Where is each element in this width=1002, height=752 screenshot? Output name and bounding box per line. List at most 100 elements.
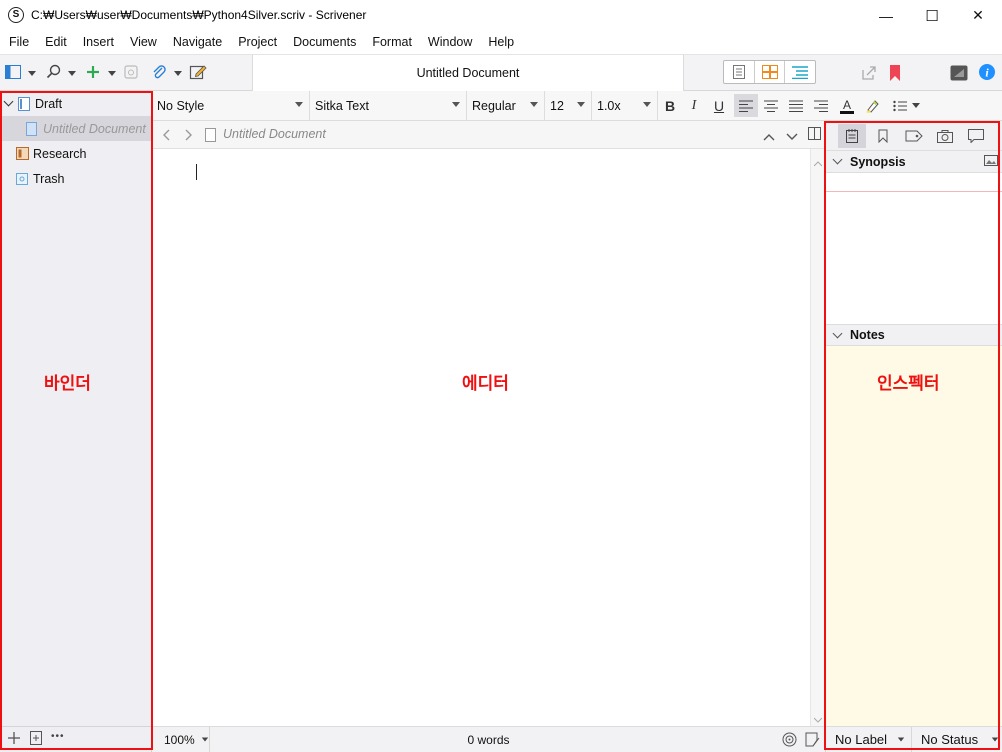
document-icon [205,128,216,145]
metadata-tab-icon[interactable] [900,124,928,148]
document-title-field[interactable]: Untitled Document [252,55,684,91]
trash-icon[interactable] [123,64,139,80]
comments-tab-icon[interactable] [962,124,990,148]
scrivenings-view-button[interactable] [724,61,755,83]
corkboard-view-button[interactable] [755,61,786,83]
menu-navigate[interactable]: Navigate [165,31,230,54]
paragraph-style-select[interactable]: No Style [152,91,310,120]
status-select[interactable]: No Status [912,727,1002,752]
comment-note-icon[interactable] [805,732,820,750]
search-icon[interactable] [46,64,62,80]
trash-folder-icon [16,172,28,185]
italic-button[interactable]: I [682,94,706,117]
notes-collapse-icon[interactable] [832,328,843,338]
main-toolbar: Untitled Document i [0,54,1002,91]
notes-header[interactable]: Notes [826,324,1002,346]
label-select[interactable]: No Label [826,727,912,752]
inspector-tabs [826,121,1002,151]
maximize-button[interactable]: ☐ [909,0,955,31]
menu-file[interactable]: File [1,31,37,54]
align-left-icon [739,100,753,112]
scroll-up-icon[interactable] [813,155,823,170]
editor-scrollbar[interactable] [810,149,825,726]
menu-documents[interactable]: Documents [285,31,364,54]
menu-view[interactable]: View [122,31,165,54]
synopsis-text-area[interactable] [826,193,1002,323]
text-color-icon: A [840,98,854,114]
menu-edit[interactable]: Edit [37,31,75,54]
align-center-button[interactable] [759,94,783,117]
bold-button[interactable]: B [658,94,682,117]
synopsis-image-icon[interactable] [984,155,998,169]
snapshots-tab-icon[interactable] [931,124,959,148]
search-dropdown-icon[interactable] [68,69,76,77]
status-select-value: No Status [921,732,979,747]
binder-toggle-icon[interactable] [5,65,21,79]
font-family-select[interactable]: Sitka Text [310,91,467,120]
close-button[interactable]: ✕ [955,0,1001,31]
draft-folder-icon [18,96,30,111]
window-title: C:₩Users₩user₩Documents₩Python4Silver.sc… [31,8,367,22]
notes-tab-icon[interactable] [838,124,866,148]
synopsis-header[interactable]: Synopsis [826,151,1002,173]
underline-button[interactable]: U [707,94,731,117]
title-bar: S C:₩Users₩user₩Documents₩Python4Silver.… [0,0,1002,31]
font-weight-value: Regular [472,98,516,113]
forward-arrow-icon[interactable] [185,129,193,144]
add-icon[interactable] [85,64,101,80]
menu-help[interactable]: Help [480,31,522,54]
binder-more-options-icon[interactable]: ••• [51,731,65,742]
font-size-select[interactable]: 12 [545,91,592,120]
share-icon[interactable] [860,64,878,82]
split-editor-icon[interactable] [808,127,821,143]
font-weight-select[interactable]: Regular [467,91,545,120]
back-arrow-icon[interactable] [162,129,170,144]
synopsis-collapse-icon[interactable] [832,154,843,165]
notes-text-area[interactable] [826,346,1002,726]
editor-text-area[interactable] [152,149,825,726]
list-dropdown-icon[interactable] [910,94,922,117]
binder-item-draft[interactable]: Draft [0,91,151,116]
binder-item-trash[interactable]: Trash [0,166,151,191]
minimize-button[interactable]: — [863,0,909,31]
menu-format[interactable]: Format [364,31,420,54]
attachment-dropdown-icon[interactable] [174,69,182,77]
add-folder-icon[interactable] [30,731,42,745]
highlight-button[interactable] [860,94,884,117]
research-folder-icon [16,147,29,160]
highlighter-icon [866,99,879,113]
next-document-icon[interactable] [786,129,798,144]
line-spacing-select[interactable]: 1.0x [592,91,658,120]
menu-project[interactable]: Project [230,31,285,54]
previous-document-icon[interactable] [763,129,775,144]
menu-window[interactable]: Window [420,31,480,54]
align-justify-button[interactable] [784,94,808,117]
add-item-icon[interactable] [8,732,20,744]
menu-bar: File Edit Insert View Navigate Project D… [0,31,1002,54]
binder-item-label: Trash [33,171,65,186]
add-dropdown-icon[interactable] [108,69,116,77]
binder-toggle-dropdown-icon[interactable] [28,69,36,77]
compose-icon[interactable] [189,63,207,81]
align-right-button[interactable] [809,94,833,117]
expand-chevron-icon[interactable] [3,96,14,107]
list-button[interactable] [890,94,910,117]
word-count[interactable]: 0 words [152,727,825,752]
bookmark-icon[interactable] [888,64,902,82]
outliner-view-button[interactable] [785,61,815,83]
attachment-icon[interactable] [151,64,167,80]
scroll-down-icon[interactable] [813,711,823,726]
synopsis-title-field[interactable] [826,173,1002,192]
text-color-button[interactable]: A [835,94,859,117]
menu-insert[interactable]: Insert [75,31,122,54]
align-left-button[interactable] [734,94,758,117]
inspector-footer: No Label No Status [826,726,1002,752]
target-icon[interactable] [782,732,797,750]
inspector-info-icon[interactable]: i [978,63,996,81]
font-size-value: 12 [550,98,564,113]
binder-item-untitled-document[interactable]: Untitled Document [0,116,151,141]
bookmarks-tab-icon[interactable] [869,124,897,148]
quick-reference-icon[interactable] [950,64,968,82]
editor-document-title: Untitled Document [223,127,326,141]
binder-item-research[interactable]: Research [0,141,151,166]
